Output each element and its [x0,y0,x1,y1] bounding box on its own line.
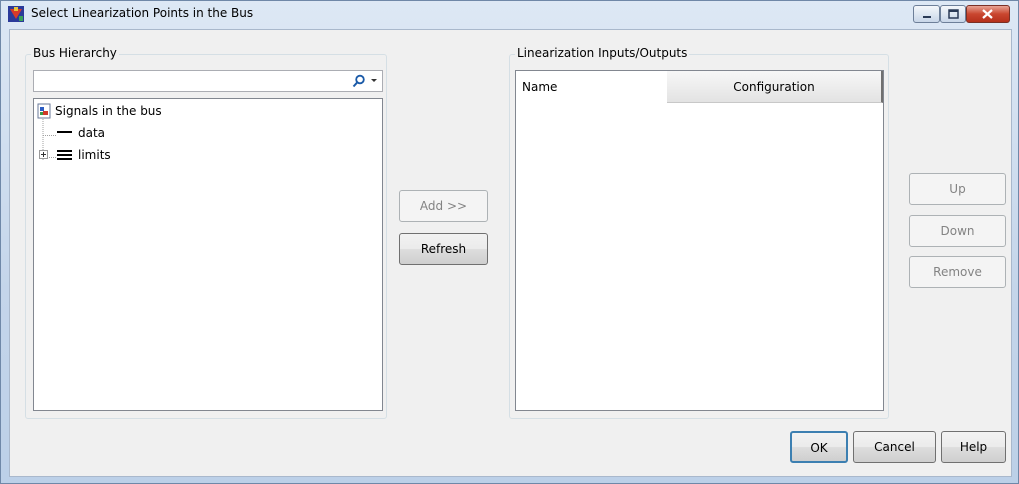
expand-icon[interactable] [39,150,49,160]
signal-line-icon [57,131,72,133]
dialog-window: Select Linearization Points in the Bus B… [0,0,1019,484]
title-bar[interactable]: Select Linearization Points in the Bus [1,1,1018,27]
bus-lines-icon [57,150,72,160]
down-button[interactable]: Down [909,215,1006,247]
maximize-icon [948,9,959,19]
bus-document-icon [37,103,51,119]
add-button[interactable]: Add >> [399,190,488,222]
bus-hierarchy-label: Bus Hierarchy [31,46,119,60]
linearization-label: Linearization Inputs/Outputs [515,46,690,60]
window-title: Select Linearization Points in the Bus [31,6,254,20]
close-button[interactable] [966,5,1010,23]
minimize-icon [923,16,931,18]
dropdown-arrow-icon[interactable] [371,78,379,84]
tree-root-label: Signals in the bus [55,104,162,118]
bus-tree[interactable]: Signals in the bus data limits [33,98,383,411]
simulink-app-icon [8,6,24,22]
maximize-button[interactable] [940,5,966,23]
search-icon[interactable] [352,74,366,88]
ok-button[interactable]: OK [790,431,848,463]
close-icon [982,9,993,19]
column-header-name[interactable]: Name [516,71,666,103]
column-header-configuration[interactable]: Configuration [667,71,883,103]
refresh-button[interactable]: Refresh [399,233,488,265]
help-button[interactable]: Help [941,431,1006,463]
minimize-button[interactable] [913,5,940,23]
remove-button[interactable]: Remove [909,256,1006,288]
tree-item-label: limits [78,148,111,162]
dialog-body: Bus Hierarchy Signals in the bus data li… [9,29,1012,477]
search-input[interactable] [33,70,383,92]
cancel-button[interactable]: Cancel [853,431,936,463]
up-button[interactable]: Up [909,173,1006,205]
tree-item-label: data [78,126,106,140]
linearization-table[interactable]: Name Configuration [515,70,884,411]
